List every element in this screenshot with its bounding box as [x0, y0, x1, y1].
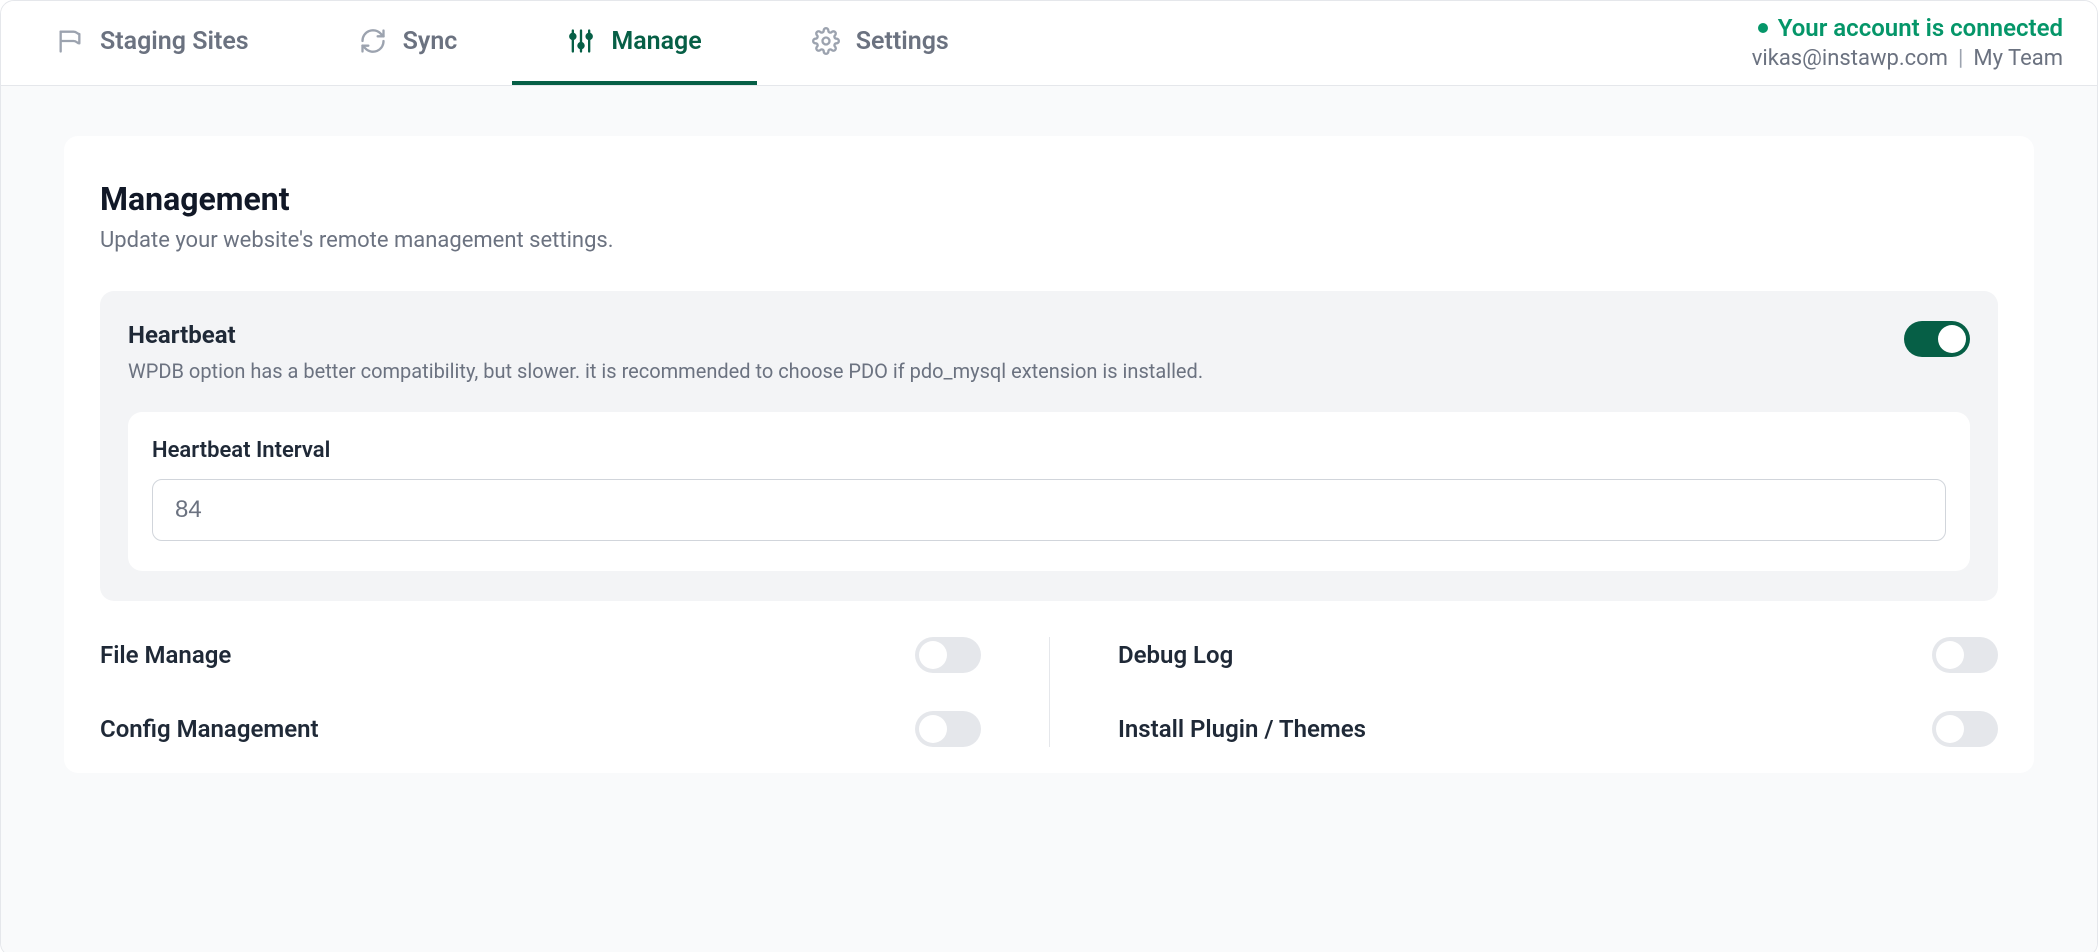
separator: |	[1958, 44, 1963, 74]
heartbeat-card-head: Heartbeat WPDB option has a better compa…	[128, 321, 1970, 386]
account-team: My Team	[1973, 44, 2063, 74]
heartbeat-toggle[interactable]	[1904, 321, 1970, 357]
account-email: vikas@instawp.com	[1752, 44, 1948, 74]
tab-label: Manage	[611, 27, 701, 56]
toggle-knob	[1936, 641, 1964, 669]
options-grid: File Manage Config Management D	[100, 637, 1998, 747]
install-plugin-toggle[interactable]	[1932, 711, 1998, 747]
account-subline: vikas@instawp.com | My Team	[1752, 44, 2063, 74]
toggle-knob	[1936, 715, 1964, 743]
status-dot-icon	[1758, 23, 1768, 33]
account-status-text: Your account is connected	[1778, 12, 2063, 44]
page-body: Management Update your website's remote …	[1, 86, 2097, 952]
heartbeat-titles: Heartbeat WPDB option has a better compa…	[128, 321, 1874, 386]
app-frame: Staging Sites Sync	[0, 0, 2098, 952]
heartbeat-interval-label: Heartbeat Interval	[152, 438, 1946, 463]
tab-strip: Staging Sites Sync	[1, 1, 1004, 85]
flag-icon	[56, 27, 84, 55]
option-label: Install Plugin / Themes	[1118, 715, 1366, 743]
option-install-plugin-themes: Install Plugin / Themes	[1118, 711, 1998, 747]
account-connected-status: Your account is connected	[1758, 12, 2063, 44]
top-nav: Staging Sites Sync	[1, 1, 2097, 86]
heartbeat-description: WPDB option has a better compatibility, …	[128, 357, 1874, 386]
toggle-knob	[919, 715, 947, 743]
tab-staging-sites[interactable]: Staging Sites	[1, 1, 304, 85]
option-label: Debug Log	[1118, 641, 1233, 669]
tab-label: Sync	[403, 27, 458, 56]
tab-settings[interactable]: Settings	[757, 1, 1004, 85]
option-config-management: Config Management	[100, 711, 981, 747]
heartbeat-title: Heartbeat	[128, 321, 1874, 349]
config-management-toggle[interactable]	[915, 711, 981, 747]
tab-label: Settings	[856, 27, 949, 56]
toggle-knob	[919, 641, 947, 669]
sliders-icon	[567, 27, 595, 55]
page-subtitle: Update your website's remote management …	[100, 228, 1998, 253]
gear-icon	[812, 27, 840, 55]
option-label: File Manage	[100, 641, 231, 669]
page-title: Management	[100, 180, 1998, 218]
heartbeat-interval-card: Heartbeat Interval	[128, 412, 1970, 571]
nav-spacer	[1004, 1, 1752, 85]
account-status-box: Your account is connected vikas@instawp.…	[1752, 1, 2077, 85]
management-panel: Management Update your website's remote …	[64, 136, 2034, 773]
tab-label: Staging Sites	[100, 27, 249, 56]
tab-manage[interactable]: Manage	[512, 1, 756, 85]
options-col-left: File Manage Config Management	[100, 637, 1049, 747]
option-label: Config Management	[100, 715, 319, 743]
tab-sync[interactable]: Sync	[304, 1, 513, 85]
heartbeat-card: Heartbeat WPDB option has a better compa…	[100, 291, 1998, 601]
heartbeat-interval-input[interactable]	[152, 479, 1946, 541]
debug-log-toggle[interactable]	[1932, 637, 1998, 673]
option-file-manage: File Manage	[100, 637, 981, 673]
file-manage-toggle[interactable]	[915, 637, 981, 673]
refresh-icon	[359, 27, 387, 55]
toggle-knob	[1938, 325, 1966, 353]
option-debug-log: Debug Log	[1118, 637, 1998, 673]
options-col-right: Debug Log Install Plugin / Themes	[1049, 637, 1998, 747]
